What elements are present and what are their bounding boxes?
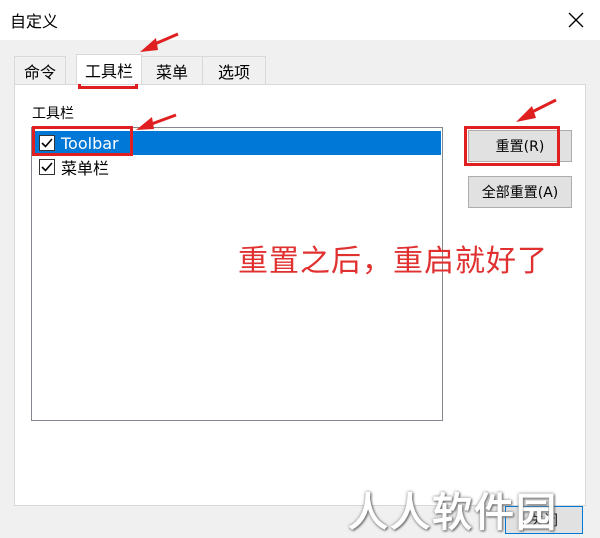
tab-label: 工具栏 <box>84 61 133 81</box>
tab-toolbars[interactable]: 工具栏 <box>76 54 142 84</box>
watermark: 人人软件园 <box>348 490 558 536</box>
annotation-note: 重置之后，重启就好了 <box>238 244 548 279</box>
